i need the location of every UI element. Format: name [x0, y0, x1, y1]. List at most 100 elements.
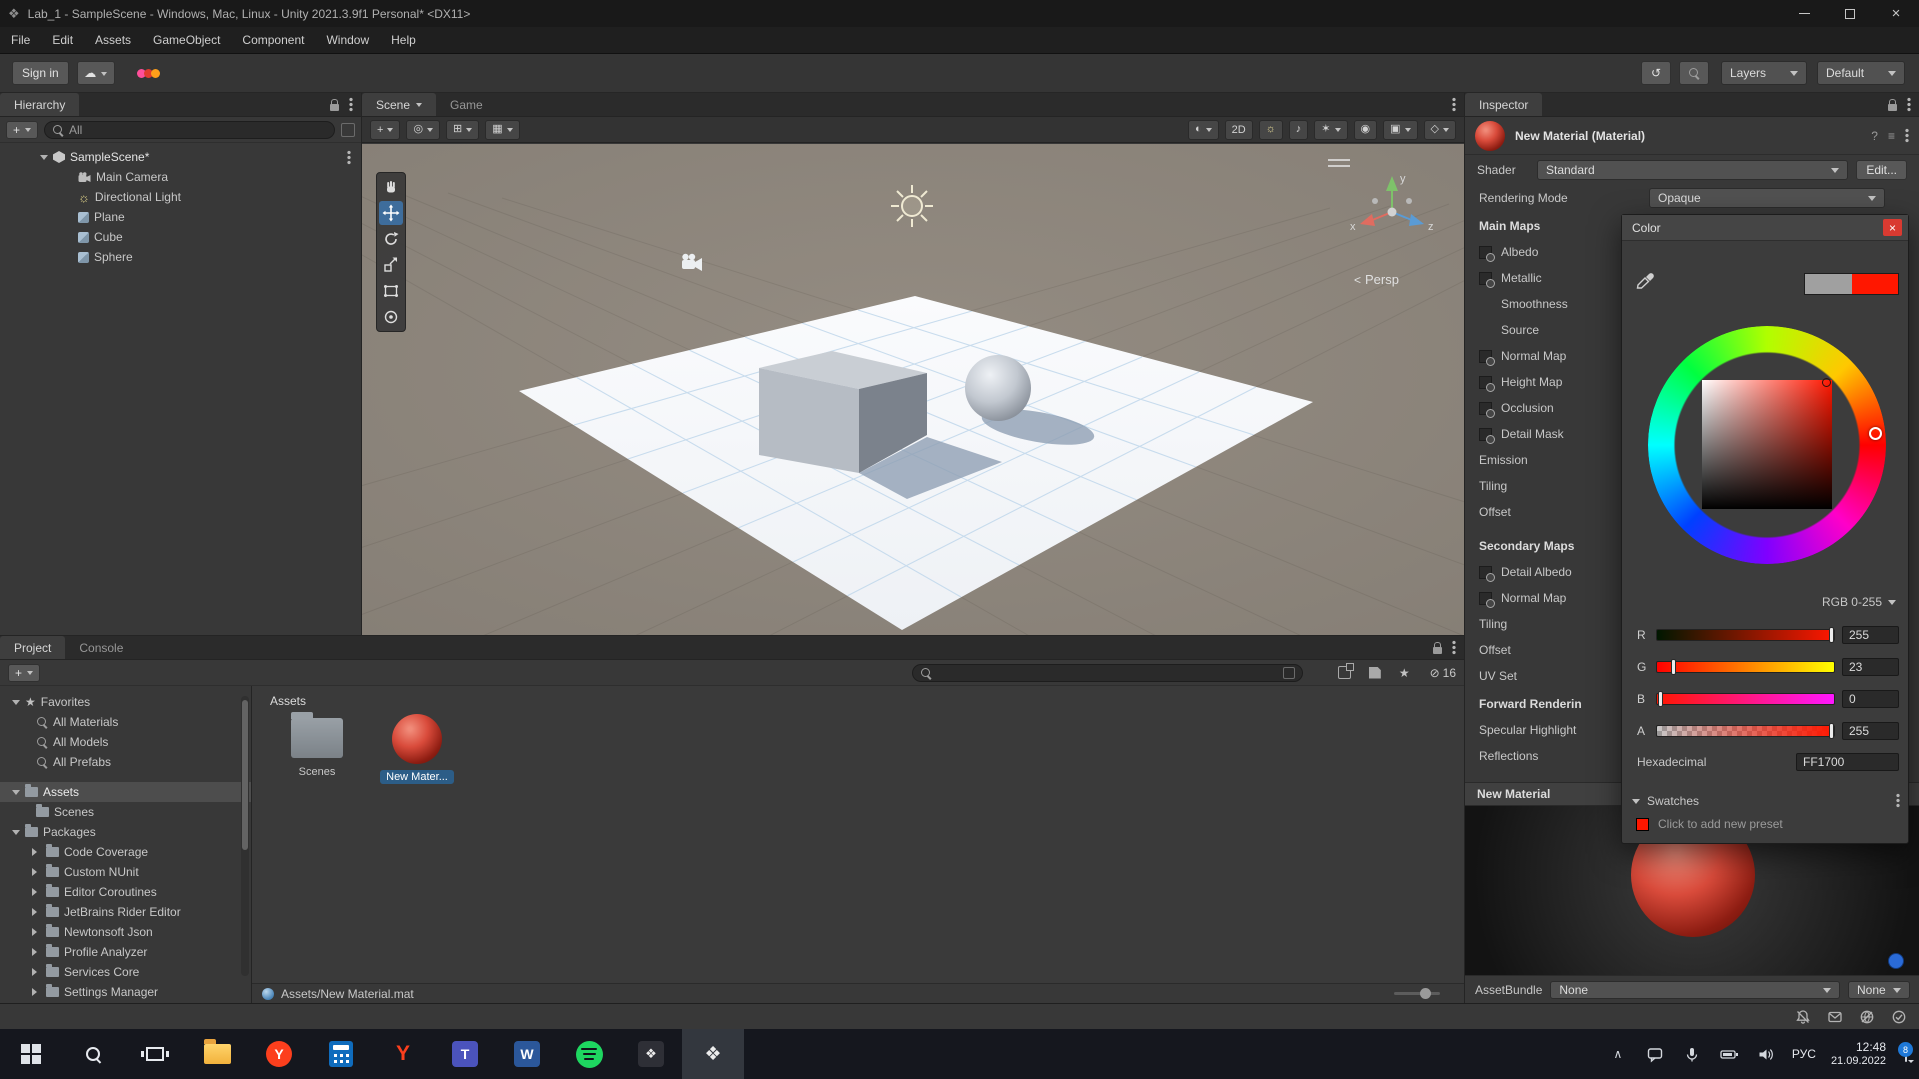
presets-icon[interactable]: ≡ — [1888, 129, 1895, 143]
spotify-button[interactable] — [558, 1029, 620, 1079]
asset-tile-new-material[interactable]: New Mater... — [374, 710, 460, 787]
tree-package-row[interactable]: Newtonsoft Json — [0, 922, 251, 942]
texture-slot-icon[interactable] — [1479, 565, 1495, 582]
tree-package-row[interactable]: Settings Manager — [0, 982, 251, 1002]
menu-file[interactable]: File — [0, 27, 41, 53]
calculator-button[interactable] — [310, 1029, 372, 1079]
2d-toggle[interactable]: 2D — [1224, 119, 1253, 140]
asset-tile-scenes[interactable]: Scenes — [274, 710, 360, 778]
tree-row-cube[interactable]: Cube — [0, 227, 361, 247]
panel-menu-icon[interactable] — [1452, 640, 1456, 655]
texture-slot-icon[interactable] — [1479, 271, 1495, 288]
tree-row-sphere[interactable]: Sphere — [0, 247, 361, 267]
current-color-swatch[interactable] — [1851, 274, 1898, 294]
tree-package-row[interactable]: Custom NUnit — [0, 862, 251, 882]
saturation-value-box[interactable] — [1702, 380, 1832, 509]
menu-help[interactable]: Help — [380, 27, 427, 53]
expander-icon[interactable] — [32, 848, 41, 856]
transform-tool-button[interactable] — [379, 305, 403, 329]
hidden-count[interactable]: ⊘ 16 — [1430, 666, 1456, 680]
action-center-button[interactable]: 8 — [1898, 1042, 1913, 1062]
expander-icon[interactable] — [12, 700, 20, 709]
texture-slot-icon[interactable] — [1479, 427, 1495, 444]
yandex-app-button[interactable]: Y — [372, 1029, 434, 1079]
scrollbar-thumb[interactable] — [242, 700, 248, 850]
b-value-field[interactable]: 0 — [1842, 690, 1899, 708]
g-slider[interactable] — [1656, 659, 1835, 675]
r-value-field[interactable]: 255 — [1842, 626, 1899, 644]
tree-package-row[interactable]: JetBrains Rider Editor — [0, 902, 251, 922]
start-button[interactable] — [0, 1029, 62, 1079]
search-button[interactable] — [1679, 61, 1709, 85]
preview-badge-icon[interactable] — [1888, 953, 1904, 969]
tray-chat-icon[interactable] — [1644, 1046, 1666, 1063]
unity-editor-button[interactable]: ❖ — [682, 1029, 744, 1079]
tray-battery-icon[interactable] — [1718, 1046, 1740, 1063]
shader-dropdown[interactable]: Standard — [1537, 160, 1849, 180]
tree-package-row[interactable]: Services Core — [0, 962, 251, 982]
slider-knob[interactable] — [1420, 988, 1431, 999]
expander-icon[interactable] — [32, 928, 41, 936]
task-view-button[interactable] — [124, 1029, 186, 1079]
file-explorer-button[interactable] — [186, 1029, 248, 1079]
rect-tool-button[interactable] — [379, 279, 403, 303]
tray-expand-icon[interactable]: ∧ — [1607, 1048, 1629, 1060]
lock-icon[interactable] — [1888, 98, 1897, 111]
tree-row-scene[interactable]: SampleScene* — [0, 147, 361, 167]
tool-settings-dropdown[interactable]: + — [370, 119, 401, 140]
favorites-star-icon[interactable]: ★ — [1399, 667, 1410, 679]
b-slider[interactable] — [1656, 691, 1835, 707]
slider-handle[interactable] — [1829, 627, 1834, 643]
red-swatch[interactable] — [1636, 817, 1649, 831]
open-asset-store-icon[interactable] — [1337, 663, 1354, 679]
hierarchy-search-input[interactable]: All — [44, 120, 335, 139]
menu-edit[interactable]: Edit — [41, 27, 84, 53]
assetbundle-variant-dropdown[interactable]: None — [1848, 980, 1910, 999]
tree-package-row[interactable]: Profile Analyzer — [0, 942, 251, 962]
texture-slot-icon[interactable] — [1479, 591, 1495, 608]
g-value-field[interactable]: 23 — [1842, 658, 1899, 676]
create-button[interactable]: + — [6, 120, 39, 139]
tree-package-row[interactable]: Code Coverage — [0, 842, 251, 862]
expander-icon[interactable] — [40, 155, 48, 164]
pivot-dropdown[interactable]: ◎ — [406, 119, 441, 140]
menu-component[interactable]: Component — [231, 27, 315, 53]
panel-menu-icon[interactable] — [1452, 97, 1456, 112]
tab-inspector[interactable]: Inspector — [1465, 93, 1543, 116]
teams-button[interactable]: T — [434, 1029, 496, 1079]
expander-icon[interactable] — [32, 948, 41, 956]
close-button[interactable]: × — [1873, 0, 1919, 27]
slider-handle[interactable] — [1671, 659, 1676, 675]
texture-slot-icon[interactable] — [1479, 401, 1495, 418]
minimize-button[interactable] — [1781, 0, 1827, 27]
expander-icon[interactable] — [32, 868, 41, 876]
a-value-field[interactable]: 255 — [1842, 722, 1899, 740]
color-picker-close-button[interactable]: × — [1883, 219, 1902, 236]
search-picker-icon[interactable] — [341, 122, 355, 137]
texture-slot-icon[interactable] — [1479, 349, 1495, 366]
expander-icon[interactable] — [12, 830, 20, 839]
sign-in-button[interactable]: Sign in — [12, 61, 69, 85]
panel-menu-icon[interactable] — [349, 97, 353, 112]
tab-game[interactable]: Game — [436, 93, 497, 116]
lock-icon[interactable] — [1433, 641, 1442, 654]
tab-hierarchy[interactable]: Hierarchy — [0, 93, 80, 116]
cloud-button[interactable]: ☁ — [76, 61, 115, 85]
language-indicator[interactable]: РУС — [1792, 1047, 1816, 1061]
scene-audio-toggle[interactable]: ♪ — [1288, 119, 1309, 140]
clock[interactable]: 12:48 21.09.2022 — [1831, 1040, 1886, 1069]
hand-tool-button[interactable] — [379, 175, 403, 199]
tab-scene[interactable]: Scene — [362, 93, 437, 116]
slider-handle[interactable] — [1829, 723, 1834, 739]
scene-lighting-toggle[interactable]: ☼ — [1258, 119, 1283, 140]
move-tool-button[interactable] — [379, 201, 403, 225]
tree-scenes[interactable]: Scenes — [0, 802, 251, 822]
expander-icon[interactable] — [32, 908, 41, 916]
shading-mode-dropdown[interactable]: ◐ — [1187, 119, 1219, 140]
snap-increment-dropdown[interactable]: ▦ — [485, 119, 520, 140]
notifications-muted-icon[interactable] — [1795, 1009, 1811, 1025]
sun-gizmo-icon[interactable] — [891, 185, 933, 227]
tree-package-row[interactable]: Editor Coroutines — [0, 882, 251, 902]
eyedropper-icon[interactable] — [1634, 267, 1656, 289]
create-asset-button[interactable]: + — [8, 663, 41, 682]
